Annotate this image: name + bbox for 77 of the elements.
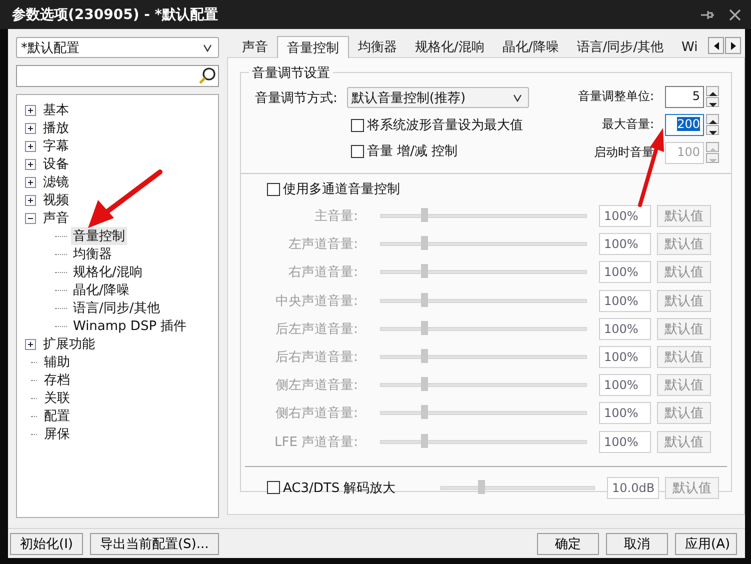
field-label: 音量调节方式:	[255, 90, 338, 106]
field-label: 后左声道音量:	[274, 320, 358, 338]
spin-buttons[interactable]	[706, 86, 719, 107]
right-triangle-icon[interactable]	[730, 40, 736, 50]
caret-icon[interactable]	[203, 42, 212, 52]
expand-icon[interactable]	[25, 176, 36, 188]
window-title: 参数选项(230905) - *默认配置	[12, 6, 220, 24]
checkbox[interactable]	[267, 182, 280, 196]
tree-item[interactable]: 均衡器	[71, 245, 114, 263]
field-label: 最大音量:	[602, 116, 654, 133]
mode-dropdown[interactable]: 默认音量控制(推荐)	[347, 87, 530, 108]
search-icon	[198, 67, 216, 85]
button[interactable]: 初始化(I)	[10, 532, 83, 554]
field-label: 左声道音量:	[288, 236, 358, 254]
expand-icon[interactable]	[25, 338, 36, 350]
tree-item[interactable]: 设备	[41, 155, 71, 173]
checkbox-label: 音量 增/减 控制	[367, 143, 458, 160]
tree-item[interactable]: 视频	[41, 191, 71, 209]
tree-item[interactable]: 存档	[42, 371, 72, 389]
checkbox-label: 使用多通道音量控制	[283, 181, 400, 198]
collapse-icon[interactable]	[25, 212, 36, 224]
tree-item[interactable]: 配置	[42, 407, 72, 425]
spin-buttons[interactable]	[706, 114, 719, 135]
tab[interactable]: 均衡器	[349, 37, 406, 57]
field-label: 右声道音量:	[288, 264, 358, 282]
left-triangle-icon[interactable]	[712, 40, 720, 50]
tree-item[interactable]: 字幕	[41, 137, 71, 155]
pin-icon[interactable]	[699, 8, 715, 20]
checkbox-label: 将系统波形音量设为最大值	[367, 117, 523, 134]
field-label: 侧右声道音量:	[274, 405, 358, 422]
expand-icon[interactable]	[25, 194, 36, 206]
caret-icon[interactable]	[513, 92, 522, 102]
tree-item[interactable]: 音量控制	[71, 227, 127, 245]
scroll-left-button[interactable]	[708, 37, 724, 54]
expand-icon[interactable]	[25, 158, 36, 170]
tab[interactable]: Wi	[672, 37, 707, 57]
field-label: 主音量:	[314, 208, 358, 226]
field-label: 音量调整单位:	[578, 88, 654, 105]
tree-item[interactable]: 声音	[41, 209, 71, 227]
number-field[interactable]: 200	[665, 114, 704, 136]
checkbox[interactable]	[351, 144, 364, 158]
field-label: 后右声道音量:	[274, 349, 358, 366]
tab[interactable]: 音量控制	[277, 36, 349, 58]
group-title: 音量调节设置	[249, 64, 333, 82]
number-field[interactable]: 5	[665, 86, 704, 108]
tree-item[interactable]: 规格化/混响	[71, 263, 144, 281]
expand-icon[interactable]	[25, 140, 36, 152]
tree-item[interactable]: Winamp DSP 插件	[71, 317, 189, 335]
checkbox[interactable]	[351, 118, 364, 132]
scroll-right-button[interactable]	[725, 37, 741, 54]
tree-item[interactable]: 屏保	[42, 425, 72, 443]
expand-icon[interactable]	[25, 122, 36, 134]
tree-item[interactable]: 滤镜	[41, 173, 71, 191]
tree-item[interactable]: 基本	[41, 101, 71, 119]
close-icon[interactable]	[729, 8, 741, 20]
tree-item[interactable]: 关联	[42, 389, 72, 407]
tab[interactable]: 晶化/降噪	[493, 37, 568, 57]
field-label: LFE 声道音量:	[274, 434, 358, 451]
tab[interactable]: 规格化/混响	[406, 37, 494, 57]
tree-item[interactable]: 辅助	[42, 353, 72, 371]
tree-item[interactable]: 播放	[41, 119, 71, 137]
expand-icon[interactable]	[25, 104, 36, 116]
tree-item[interactable]: 晶化/降噪	[71, 281, 132, 299]
tree-item[interactable]: 语言/同步/其他	[71, 299, 162, 317]
checkbox-label: AC3/DTS 解码放大	[283, 480, 396, 497]
profile-dropdown[interactable]: *默认配置	[16, 37, 219, 58]
tab[interactable]: 声音	[233, 37, 277, 57]
field-label: 侧左声道音量:	[274, 377, 358, 394]
button[interactable]: 导出当前配置(S)...	[90, 532, 219, 554]
tab[interactable]: 语言/同步/其他	[568, 37, 673, 57]
button[interactable]: 取消	[606, 532, 668, 554]
field-label: 启动时音量	[594, 144, 654, 161]
button[interactable]: 应用(A)	[675, 532, 737, 554]
tree-item[interactable]: 扩展功能	[41, 335, 97, 353]
field-label: 中央声道音量:	[274, 292, 358, 310]
button[interactable]: 确定	[537, 532, 599, 554]
search-field[interactable]	[16, 65, 219, 87]
